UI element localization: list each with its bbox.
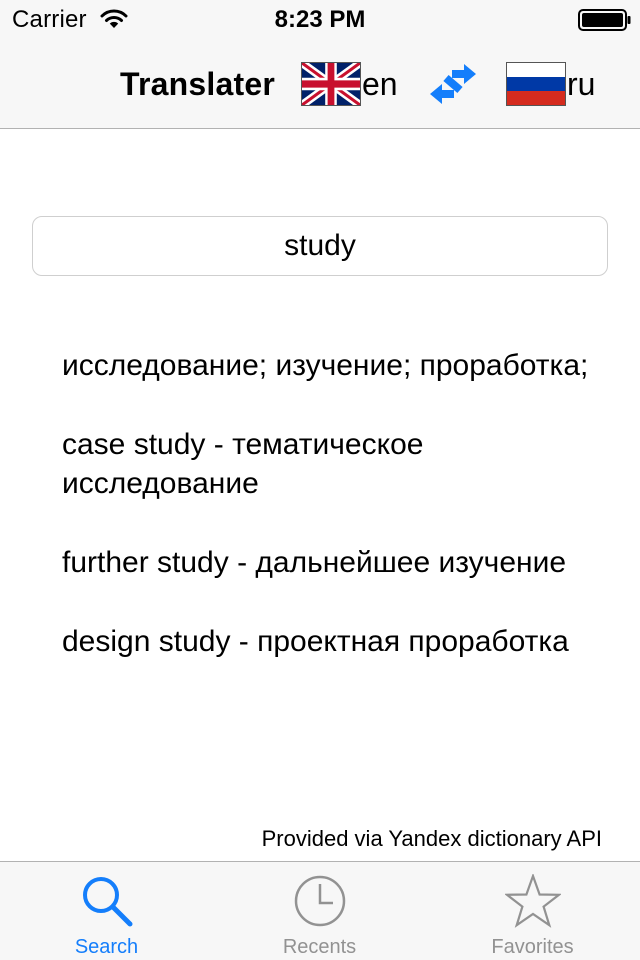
status-bar: Carrier 8:23 PM [0,0,640,40]
source-language-code: en [362,66,398,102]
swap-arrows-icon [430,64,476,104]
status-time: 8:23 PM [274,6,366,33]
clock-icon [294,875,345,927]
result-item: further study - дальнейшее изучение [62,546,567,579]
result-item: case study - тематическое исследование [62,428,424,500]
navigation-bar: Translater en ru [0,40,640,129]
tab-bar: Search Recents Favorites [0,861,640,960]
target-language-button[interactable] [506,62,566,106]
tab-label: Favorites [491,936,574,958]
target-language-code: ru [567,66,596,102]
source-language-button[interactable] [301,62,361,106]
battery-icon [578,9,631,31]
tab-label: Recents [282,936,357,958]
uk-flag-icon [302,63,360,105]
tab-label: Search [74,936,139,958]
app-screen: Carrier 8:23 PM Translater en ru study и… [0,0,640,960]
swap-languages-button[interactable] [430,64,476,104]
tab-search[interactable]: Search [0,862,213,960]
result-item: design study - проектная проработка [62,625,569,658]
tab-recents[interactable]: Recents [213,862,426,960]
search-input[interactable] [32,216,608,276]
star-icon [504,874,561,928]
russia-flag-icon [507,63,565,105]
translation-results: исследование; изучение; проработка; case… [62,346,602,701]
tab-favorites[interactable]: Favorites [426,862,639,960]
result-item: исследование; изучение; проработка; [62,349,589,382]
app-title: Translater [120,66,275,102]
provider-attribution: Provided via Yandex dictionary API [261,826,602,851]
search-icon [82,877,132,927]
